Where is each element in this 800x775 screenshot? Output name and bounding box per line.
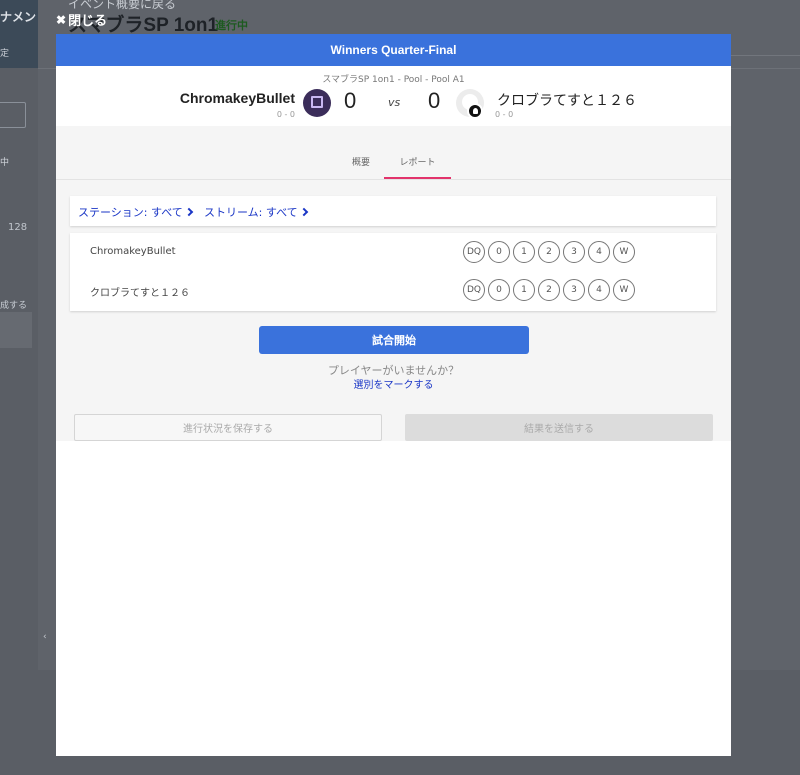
player1-score: 0	[344, 88, 357, 113]
report-row-player-name: クロブラてすと１２６	[90, 288, 190, 299]
tab-bar: 概要 レポート	[56, 154, 731, 180]
player2-score: 0	[428, 88, 441, 113]
start-match-button[interactable]: 試合開始	[259, 326, 529, 354]
background-sidebar-block	[0, 312, 32, 348]
close-label: 閉じる	[68, 13, 108, 28]
background-sidebar-link: 成する	[0, 301, 28, 311]
close-button[interactable]: ✖ 閉じる	[56, 10, 107, 29]
player2-record: 0 - 0	[495, 110, 514, 119]
score-option-2[interactable]: 2	[538, 279, 560, 301]
player1-record: 0 - 0	[276, 110, 295, 119]
score-options: DQ 0 1 2 3 4 W	[463, 241, 635, 263]
score-option-0[interactable]: 0	[488, 279, 510, 301]
submit-results-button[interactable]: 結果を送信する	[405, 414, 713, 441]
match-path: スマブラSP 1on1 - Pool - Pool A1	[322, 75, 465, 85]
report-row: ChromakeyBullet DQ 0 1 2 3 4 W	[70, 235, 716, 271]
report-row-player-name: ChromakeyBullet	[90, 246, 176, 257]
score-option-dq[interactable]: DQ	[463, 279, 485, 301]
stream-filter[interactable]: ストリーム: すべて	[204, 204, 308, 220]
close-icon: ✖	[56, 12, 67, 27]
filter-bar: ステーション: すべて ストリーム: すべて	[70, 196, 716, 226]
stream-filter-label: ストリーム: すべて	[204, 206, 298, 219]
score-option-2[interactable]: 2	[538, 241, 560, 263]
score-option-4[interactable]: 4	[588, 241, 610, 263]
background-status-badge: 進行中	[215, 19, 248, 32]
vs-label: vs	[388, 96, 401, 109]
background-sidebar-note: 中	[0, 158, 21, 168]
score-option-w[interactable]: W	[613, 241, 635, 263]
chevron-left-icon: ‹	[43, 632, 47, 642]
score-option-3[interactable]: 3	[563, 279, 585, 301]
player1-name: ChromakeyBullet	[179, 90, 295, 106]
score-options: DQ 0 1 2 3 4 W	[463, 279, 635, 301]
score-option-w[interactable]: W	[613, 279, 635, 301]
background-divider-right	[731, 55, 800, 56]
chevron-right-icon	[184, 207, 194, 217]
score-option-1[interactable]: 1	[513, 279, 535, 301]
report-panel: 概要 レポート ステーション: すべて ストリーム: すべて Chromakey…	[56, 126, 731, 441]
chevron-right-icon	[299, 207, 308, 217]
save-progress-button[interactable]: 進行状況を保存する	[74, 414, 382, 441]
background-sidebar-button	[0, 102, 26, 128]
station-filter-label: ステーション: すべて	[78, 206, 183, 219]
score-option-0[interactable]: 0	[488, 241, 510, 263]
modal-title: Winners Quarter-Final	[56, 34, 731, 66]
tab-summary[interactable]: 概要	[341, 154, 381, 179]
score-option-3[interactable]: 3	[563, 241, 585, 263]
tab-report[interactable]: レポート	[384, 154, 451, 179]
score-report-card: ChromakeyBullet DQ 0 1 2 3 4 W クロブラてすと１２…	[70, 233, 716, 311]
station-filter[interactable]: ステーション: すべて	[78, 204, 194, 220]
player2-name: クロブラてすと１２６	[497, 93, 637, 109]
background-sidebar-subtitle: 定	[0, 49, 10, 59]
scoreline: ChromakeyBullet 0 - 0 0 vs 0 クロブラてすと１２６ …	[56, 86, 731, 124]
score-option-dq[interactable]: DQ	[463, 241, 485, 263]
user-badge-icon	[467, 103, 483, 119]
score-option-1[interactable]: 1	[513, 241, 535, 263]
background-sidebar-count: 128	[8, 222, 28, 233]
report-row: クロブラてすと１２６ DQ 0 1 2 3 4 W	[70, 273, 716, 309]
score-option-4[interactable]: 4	[588, 279, 610, 301]
background-sidebar-title: ナメン	[0, 10, 37, 24]
mark-dq-link[interactable]: 選別をマークする	[56, 376, 731, 391]
player1-avatar	[303, 89, 331, 117]
twitch-icon	[311, 96, 323, 108]
match-report-modal: Winners Quarter-Final スマブラSP 1on1 - Pool…	[56, 34, 731, 756]
